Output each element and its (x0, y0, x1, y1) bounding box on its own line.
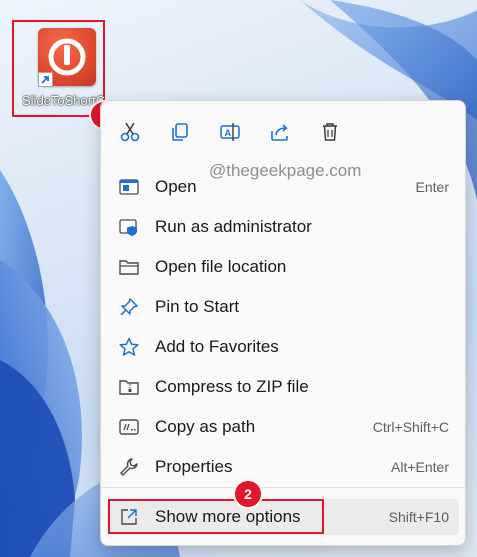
desktop: SlideToShortCut 1 A (0, 0, 477, 557)
menu-item-open-file-location[interactable]: Open file location (107, 247, 459, 287)
menu-divider (101, 487, 465, 488)
cut-button[interactable] (117, 119, 143, 145)
menu-item-run-as-administrator[interactable]: Run as administrator (107, 207, 459, 247)
menu-item-label: Properties (155, 457, 233, 476)
wrench-icon (119, 457, 139, 477)
menu-item-shortcut: Shift+F10 (388, 509, 449, 525)
desktop-shortcut[interactable]: SlideToShortCut (12, 20, 105, 117)
rename-icon: A (220, 123, 240, 141)
shield-icon (119, 217, 139, 237)
menu-item-label: Open (155, 177, 197, 196)
annotation-highlight-box (108, 499, 324, 534)
menu-items-list: Open Enter Run as administrator Open fil… (107, 167, 459, 487)
menu-item-label: Add to Favorites (155, 337, 279, 356)
menu-item-shortcut: Alt+Enter (391, 459, 449, 475)
menu-item-label: Copy as path (155, 417, 256, 436)
menu-item-shortcut: Enter (415, 179, 449, 195)
cut-icon (120, 122, 140, 142)
copy-button[interactable] (167, 119, 193, 145)
menu-item-label: Open file location (155, 257, 287, 276)
svg-text:A: A (225, 128, 232, 138)
step-marker-2: 2 (233, 479, 263, 509)
menu-item-add-to-favorites[interactable]: Add to Favorites (107, 327, 459, 367)
menu-item-copy-as-path[interactable]: Copy as path Ctrl+Shift+C (107, 407, 459, 447)
share-icon (271, 124, 288, 141)
menu-item-label: Pin to Start (155, 297, 240, 316)
star-icon (119, 337, 139, 357)
menu-item-label: Compress to ZIP file (155, 377, 309, 396)
rename-button[interactable]: A (217, 119, 243, 145)
folder-icon (119, 257, 139, 277)
open-app-icon (119, 177, 139, 197)
delete-icon (323, 123, 337, 141)
menu-item-pin-to-start[interactable]: Pin to Start (107, 287, 459, 327)
shortcut-arrow-icon (38, 72, 53, 87)
zip-folder-icon (119, 377, 139, 397)
menu-item-properties[interactable]: Properties Alt+Enter (107, 447, 459, 487)
share-button[interactable] (267, 119, 293, 145)
menu-item-compress-to-zip[interactable]: Compress to ZIP file (107, 367, 459, 407)
menu-item-label: Run as administrator (155, 217, 312, 236)
menu-item-open[interactable]: Open Enter (107, 167, 459, 207)
copy-icon (172, 123, 188, 141)
pin-icon (119, 297, 139, 317)
delete-button[interactable] (317, 119, 343, 145)
menu-item-shortcut: Ctrl+Shift+C (372, 419, 449, 435)
copy-path-icon (119, 417, 139, 437)
context-menu: A @thegeekpage.com Open Enter Run as adm… (100, 100, 466, 546)
